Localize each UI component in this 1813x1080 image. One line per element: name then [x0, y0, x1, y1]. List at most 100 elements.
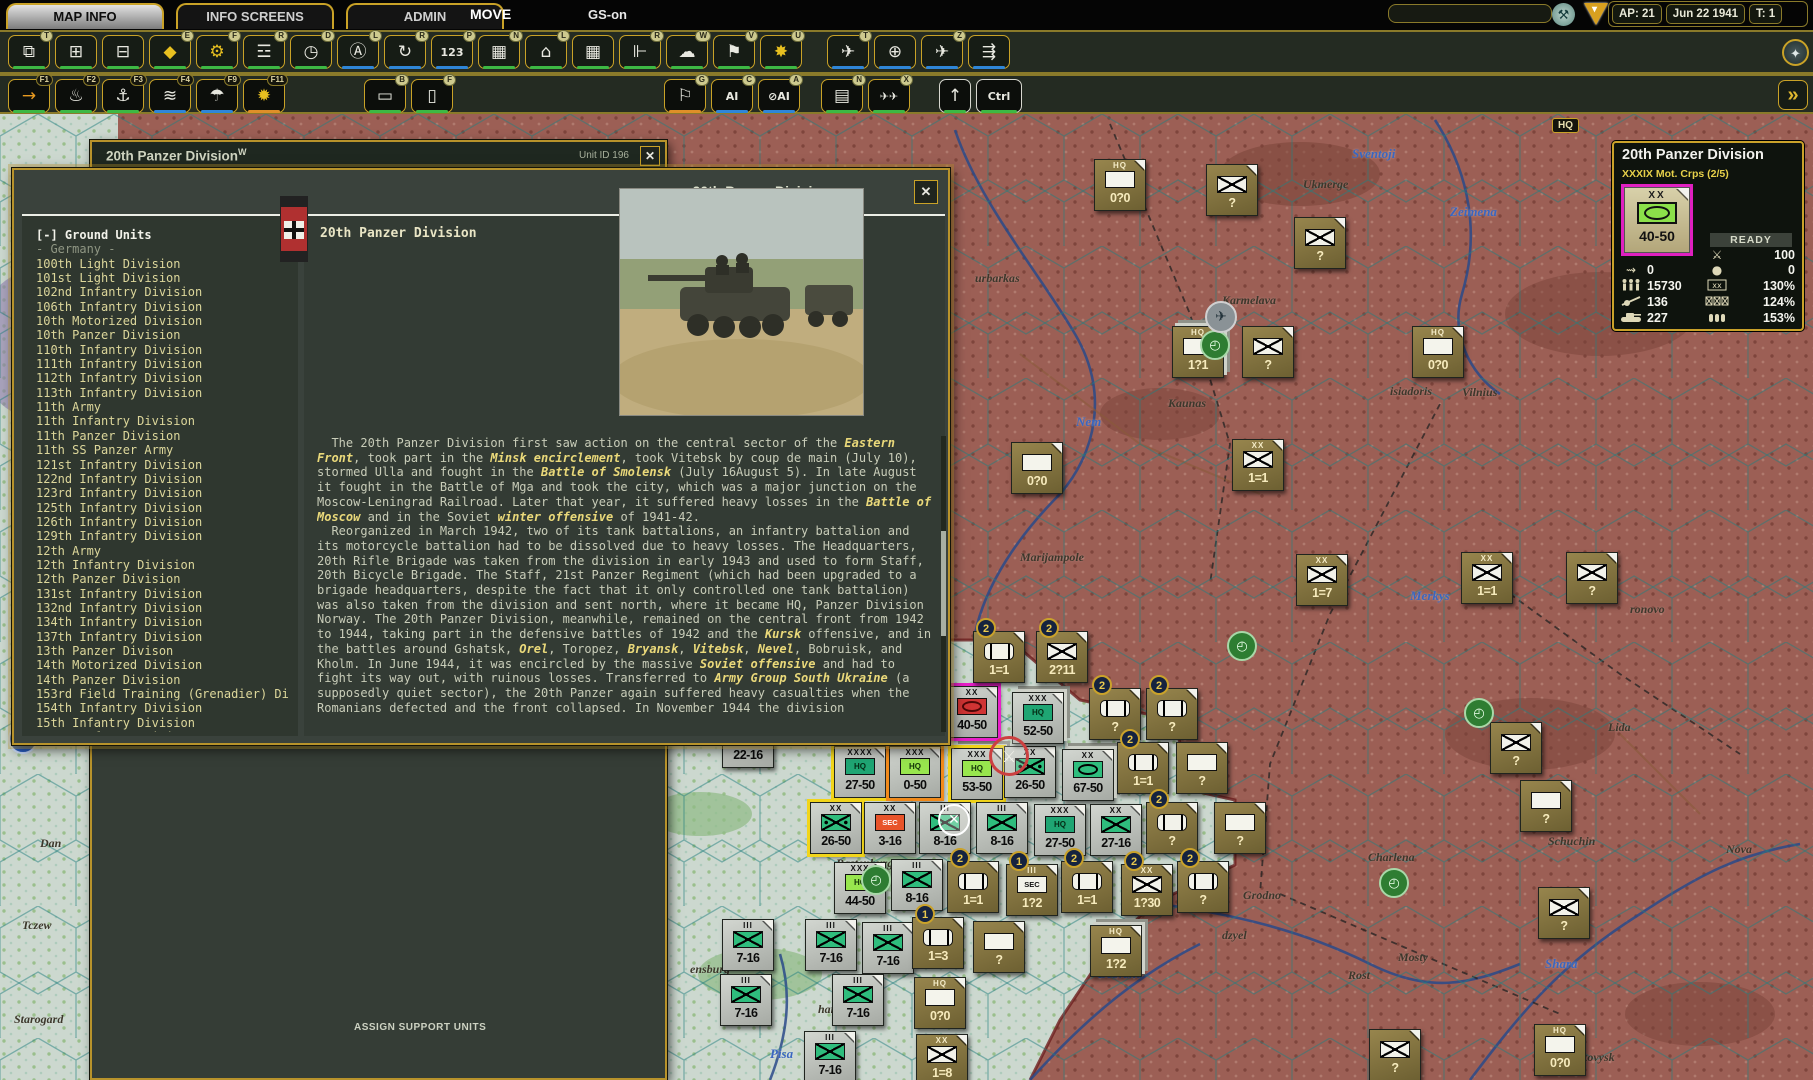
unit-counter[interactable]: III7-16	[805, 919, 857, 971]
unit-counter[interactable]: 0?0	[1011, 442, 1063, 494]
unit-list-item[interactable]: 123rd Infantry Division	[36, 486, 292, 500]
toolbar-button[interactable]: ⚐G	[664, 79, 706, 113]
close-icon[interactable]: ✕	[640, 146, 660, 166]
toolbar-button[interactable]: ✸U	[760, 35, 802, 69]
unit-window-titlebar[interactable]: 20th Panzer DivisionW Unit ID 196 ✕	[92, 142, 665, 171]
unit-list-item[interactable]: 11th Panzer Division	[36, 429, 292, 443]
unit-counter[interactable]: HQ0?0	[914, 977, 966, 1029]
unit-counter[interactable]: ?	[1520, 780, 1572, 832]
toolbar-button[interactable]: Ctrl	[976, 79, 1022, 113]
toolbar-button[interactable]: ✈Z	[921, 35, 963, 69]
unit-list-item[interactable]: 13th Panzer Divison	[36, 644, 292, 658]
toolbar-button[interactable]: ↑	[939, 79, 971, 113]
toolbar-button[interactable]: →F1	[8, 79, 50, 113]
toolbar-button[interactable]: 123P	[431, 35, 473, 69]
unit-counter[interactable]: III8-16	[891, 859, 943, 911]
close-icon[interactable]: ✕	[914, 180, 938, 204]
unit-counter[interactable]: XX1?302	[1121, 864, 1173, 916]
unit-counter[interactable]: ?	[1214, 802, 1266, 854]
unit-list-item[interactable]: 131st Infantry Division	[36, 587, 292, 601]
unit-counter[interactable]: XXXXHQ27-50	[834, 746, 886, 798]
unit-counter[interactable]: ?	[1490, 722, 1542, 774]
unit-counter[interactable]: III7-16	[720, 974, 772, 1026]
tree-root-ground-units[interactable]: [-] Ground Units	[36, 228, 292, 242]
assign-support-units-button[interactable]: ASSIGN SUPPORT UNITS	[354, 1022, 486, 1033]
toolbar-button[interactable]: ♨F2	[55, 79, 97, 113]
tab-map-info[interactable]: MAP INFO	[6, 3, 164, 29]
unit-counter[interactable]: XXXHQ52-50	[1012, 692, 1064, 744]
unit-counter[interactable]: ?	[973, 921, 1025, 973]
unit-list-item[interactable]: 15th Infantry Division	[36, 716, 292, 730]
selected-unit-counter[interactable]: XX 40-50	[1624, 187, 1690, 253]
unit-list-item[interactable]: 110th Infantry Division	[36, 343, 292, 357]
unit-list-item[interactable]: 101st Light Division	[36, 271, 292, 285]
unit-list-item[interactable]: 132nd Infantry Division	[36, 601, 292, 615]
unit-list-item[interactable]: 14th Motorized Division	[36, 658, 292, 672]
toolbar-button[interactable]: ⊞	[55, 35, 97, 69]
unit-counter[interactable]: XXXHQ0-50	[889, 746, 941, 798]
unit-list-item[interactable]: 154th Infantry Division	[36, 701, 292, 715]
unit-counter[interactable]: XXSEC3-16	[864, 802, 916, 854]
unit-counter[interactable]: 1=12	[1117, 742, 1169, 794]
toolbar-button[interactable]: ▭B	[364, 79, 406, 113]
unit-counter[interactable]: ?	[1206, 164, 1258, 216]
unit-counter[interactable]: ?2	[1146, 688, 1198, 740]
toolbar-button[interactable]: ✹F11	[243, 79, 285, 113]
toolbar-button[interactable]: ⇶	[968, 35, 1010, 69]
toolbar-button[interactable]: ⚙F	[196, 35, 238, 69]
unit-counter[interactable]: XX1=7	[1296, 554, 1348, 606]
unit-counter[interactable]: XXXHQ53-50	[951, 748, 1003, 800]
toolbar-button[interactable]: ▤N	[821, 79, 863, 113]
unit-list-item[interactable]: 12th Army	[36, 544, 292, 558]
unit-counter[interactable]: III7-16	[832, 974, 884, 1026]
unit-counter[interactable]: 1=12	[947, 861, 999, 913]
unit-counter[interactable]: ?	[1566, 552, 1618, 604]
article-scrollbar[interactable]	[941, 436, 946, 732]
expand-toolbar-icon[interactable]: »	[1778, 80, 1808, 110]
toolbar-button[interactable]: ⚓F3	[102, 79, 144, 113]
unit-list-item[interactable]: 112th Infantry Division	[36, 371, 292, 385]
toolbar-button[interactable]: ☁W	[666, 35, 708, 69]
unit-list-item[interactable]: 129th Infantry Division	[36, 529, 292, 543]
unit-counter[interactable]: ?2	[1177, 861, 1229, 913]
unit-counter[interactable]: HQ0?0	[1412, 326, 1464, 378]
scrollbar-thumb[interactable]	[941, 531, 946, 636]
unit-counter[interactable]: IIISEC1?21	[1006, 864, 1058, 916]
unit-counter[interactable]: ?	[1538, 887, 1590, 939]
toolbar-button[interactable]: ⧉T	[8, 35, 50, 69]
toolbar-button[interactable]: ⒶL	[337, 35, 379, 69]
unit-list-item[interactable]: 121st Infantry Division	[36, 458, 292, 472]
toolbar-button[interactable]: ⌂L	[525, 35, 567, 69]
unit-counter[interactable]: ?2	[1146, 802, 1198, 854]
unit-list-item[interactable]: 100th Light Division	[36, 257, 292, 271]
unit-list-item[interactable]: 11th SS Panzer Army	[36, 443, 292, 457]
unit-list-item[interactable]: 122nd Infantry Division	[36, 472, 292, 486]
unit-counter[interactable]: III7-16	[804, 1031, 856, 1080]
unit-counter[interactable]: ?	[1294, 217, 1346, 269]
unit-counter[interactable]: HQ0?0	[1534, 1024, 1586, 1076]
unit-list-item[interactable]: 161st Infantry Divison	[36, 730, 292, 732]
unit-counter[interactable]: XX40-50	[946, 686, 998, 738]
toolbar-button[interactable]: ◆E	[149, 35, 191, 69]
unit-counter[interactable]: 1=31	[912, 917, 964, 969]
unit-list-item[interactable]: 153rd Field Training (Grenadier) Di	[36, 687, 292, 701]
toolbar-button[interactable]: ▦	[572, 35, 614, 69]
unit-counter[interactable]: HQ1?1	[1172, 326, 1224, 378]
unit-counter[interactable]: XX1=1	[1232, 439, 1284, 491]
toolbar-button[interactable]: AIC	[711, 79, 753, 113]
toolbar-button[interactable]: ◷D	[290, 35, 332, 69]
toolbar-button[interactable]: ≋F4	[149, 79, 191, 113]
unit-list-item[interactable]: 12th Panzer Division	[36, 572, 292, 586]
unit-counter[interactable]: HQ0?0	[1094, 159, 1146, 211]
unit-list-item[interactable]: 106th Infantry Division	[36, 300, 292, 314]
toolbar-button[interactable]: ✈✈X	[868, 79, 910, 113]
tab-info-screens[interactable]: INFO SCREENS	[176, 3, 334, 29]
unit-counter[interactable]: ?	[1242, 326, 1294, 378]
command-input[interactable]	[1388, 4, 1552, 23]
unit-list-item[interactable]: 12th Infantry Division	[36, 558, 292, 572]
unit-counter[interactable]: III7-16	[862, 922, 914, 974]
funnel-icon[interactable]: ▾	[1584, 3, 1608, 25]
toolbar-button[interactable]: ☲R	[243, 35, 285, 69]
toolbar-button[interactable]: ▯F	[411, 79, 453, 113]
toolbar-button[interactable]: ⚑V	[713, 35, 755, 69]
